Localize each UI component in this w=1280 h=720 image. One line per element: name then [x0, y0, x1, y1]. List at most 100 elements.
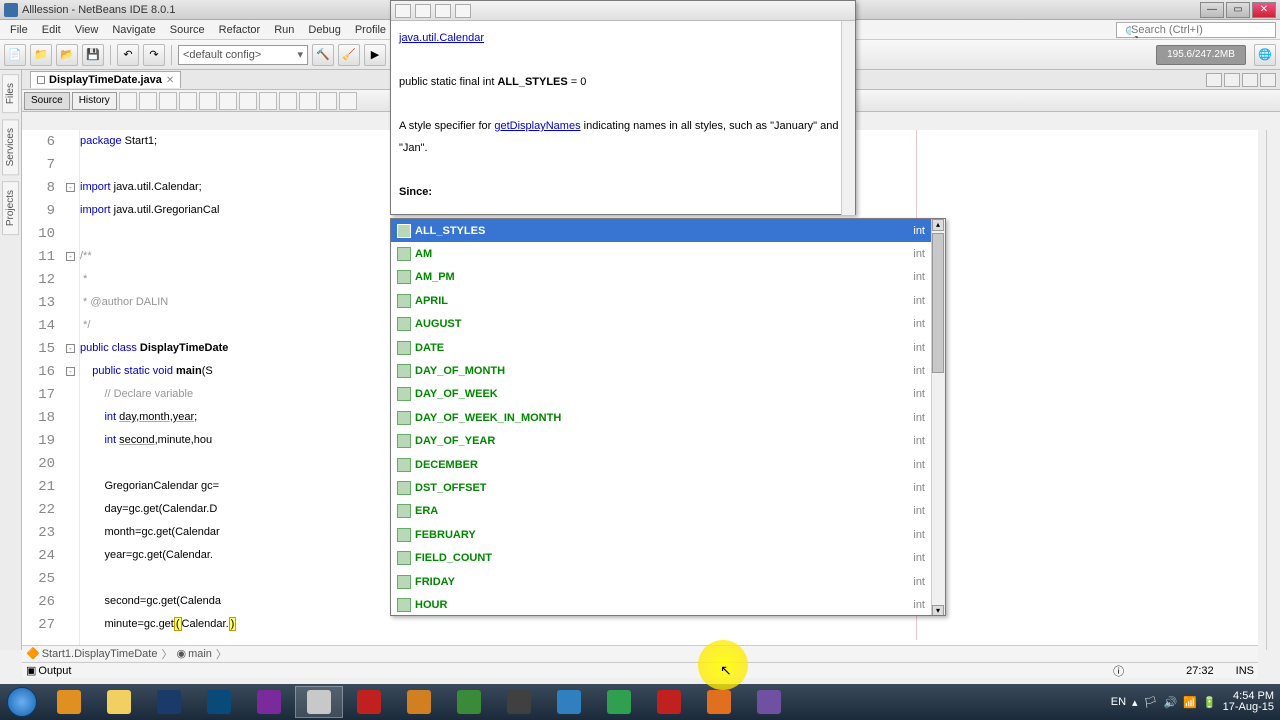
output-panel-tab[interactable]: ▣ Output ⓘ 27:32 INS	[22, 662, 1258, 678]
javadoc-scrollbar[interactable]	[841, 21, 855, 215]
run-button[interactable]: ▶	[364, 44, 386, 66]
completion-item[interactable]: ALL_STYLESint	[391, 219, 945, 242]
build-button[interactable]: 🔨	[312, 44, 334, 66]
taskbar-app[interactable]	[495, 686, 543, 718]
tray-lang[interactable]: EN	[1111, 696, 1126, 708]
menu-edit[interactable]: Edit	[36, 22, 67, 38]
config-dropdown[interactable]: <default config>	[178, 45, 308, 65]
completion-item[interactable]: FIELD_COUNTint	[391, 546, 945, 569]
taskbar-app[interactable]	[95, 686, 143, 718]
jd-browser-button[interactable]	[435, 4, 451, 18]
et-icon[interactable]	[279, 92, 297, 110]
et-icon[interactable]	[159, 92, 177, 110]
clean-build-button[interactable]: 🧹	[338, 44, 360, 66]
tray-up-icon[interactable]: ▴	[1132, 696, 1138, 709]
completion-item[interactable]: DATEint	[391, 336, 945, 359]
menu-profile[interactable]: Profile	[349, 22, 392, 38]
memory-indicator[interactable]: 195.6/247.2MB	[1156, 45, 1246, 65]
dock-services[interactable]: Services	[2, 119, 19, 175]
et-icon[interactable]	[179, 92, 197, 110]
menu-run[interactable]: Run	[268, 22, 300, 38]
completion-item[interactable]: DST_OFFSETint	[391, 476, 945, 499]
taskbar-app[interactable]	[45, 686, 93, 718]
et-icon[interactable]	[259, 92, 277, 110]
start-button[interactable]	[0, 684, 44, 720]
completion-item[interactable]: FEBRUARYint	[391, 523, 945, 546]
scroll-down-icon[interactable]: ▾	[932, 605, 944, 616]
maximize-button[interactable]: ▭	[1226, 2, 1250, 18]
tab-prev-button[interactable]	[1206, 73, 1222, 87]
completion-popup[interactable]: ▴ ▾ ALL_STYLESintAMintAM_PMintAPRILintAU…	[390, 218, 946, 616]
redo-button[interactable]: ↷	[143, 44, 165, 66]
dock-files[interactable]: Files	[2, 74, 19, 113]
jd-forward-button[interactable]	[415, 4, 431, 18]
tab-next-button[interactable]	[1224, 73, 1240, 87]
completion-item[interactable]: AMint	[391, 242, 945, 265]
minimize-button[interactable]: —	[1200, 2, 1224, 18]
close-button[interactable]: ✕	[1252, 2, 1276, 18]
javadoc-desc-link[interactable]: getDisplayNames	[494, 120, 580, 132]
taskbar-app[interactable]	[695, 686, 743, 718]
et-icon[interactable]	[339, 92, 357, 110]
menu-refactor[interactable]: Refactor	[213, 22, 267, 38]
taskbar-app[interactable]	[195, 686, 243, 718]
new-file-button[interactable]: 📄	[4, 44, 26, 66]
completion-item[interactable]: HOURint	[391, 593, 945, 616]
fold-toggle[interactable]: -	[66, 367, 75, 376]
completion-scrollbar[interactable]: ▴ ▾	[931, 219, 945, 616]
search-input[interactable]	[1131, 24, 1273, 36]
et-icon[interactable]	[199, 92, 217, 110]
taskbar-app[interactable]	[395, 686, 443, 718]
completion-item[interactable]: DAY_OF_MONTHint	[391, 359, 945, 382]
taskbar-app[interactable]	[145, 686, 193, 718]
jd-source-button[interactable]	[455, 4, 471, 18]
taskbar-app[interactable]	[445, 686, 493, 718]
jd-back-button[interactable]	[395, 4, 411, 18]
quick-search[interactable]: 🔍	[1116, 22, 1276, 38]
file-tab-active[interactable]: DisplayTimeDate.java ✕	[30, 71, 181, 88]
tray-clock[interactable]: 4:54 PM17-Aug-15	[1223, 691, 1274, 713]
fold-toggle[interactable]: -	[66, 252, 75, 261]
scroll-up-icon[interactable]: ▴	[932, 219, 944, 231]
error-stripe[interactable]	[1266, 130, 1280, 650]
history-view-button[interactable]: History	[72, 92, 117, 110]
breadcrumb-class[interactable]: 🔶 Start1.DisplayTimeDate	[26, 647, 157, 660]
dock-projects[interactable]: Projects	[2, 181, 19, 235]
tray-battery-icon[interactable]: 🔋	[1203, 696, 1217, 709]
et-icon[interactable]	[219, 92, 237, 110]
menu-source[interactable]: Source	[164, 22, 211, 38]
open-button[interactable]: 📂	[56, 44, 78, 66]
taskbar-app[interactable]	[245, 686, 293, 718]
tray-network-icon[interactable]: 📶	[1183, 696, 1197, 709]
taskbar-app[interactable]	[295, 686, 343, 718]
close-tab-icon[interactable]: ✕	[166, 75, 174, 86]
taskbar-app[interactable]	[745, 686, 793, 718]
et-icon[interactable]	[239, 92, 257, 110]
completion-item[interactable]: AM_PMint	[391, 266, 945, 289]
undo-button[interactable]: ↶	[117, 44, 139, 66]
menu-debug[interactable]: Debug	[302, 22, 346, 38]
completion-item[interactable]: ERAint	[391, 500, 945, 523]
code-line[interactable]: minute=gc.get(Calendar.)	[80, 613, 1258, 636]
gc-button[interactable]: 🌐	[1254, 44, 1276, 66]
completion-item[interactable]: DECEMBERint	[391, 453, 945, 476]
completion-item[interactable]: APRILint	[391, 289, 945, 312]
tray-volume-icon[interactable]: 🔊	[1164, 696, 1178, 709]
taskbar-app[interactable]	[545, 686, 593, 718]
completion-item[interactable]: FRIDAYint	[391, 570, 945, 593]
completion-item[interactable]: AUGUSTint	[391, 313, 945, 336]
taskbar-app[interactable]	[595, 686, 643, 718]
completion-item[interactable]: DAY_OF_YEARint	[391, 430, 945, 453]
taskbar-app[interactable]	[645, 686, 693, 718]
tray-flag-icon[interactable]: 🏳	[1144, 696, 1158, 709]
javadoc-class-link[interactable]: java.util.Calendar	[399, 32, 484, 44]
fold-toggle[interactable]: -	[66, 344, 75, 353]
new-project-button[interactable]: 📁	[30, 44, 52, 66]
fold-toggle[interactable]: -	[66, 183, 75, 192]
breadcrumb-method[interactable]: ◉ main	[176, 647, 211, 660]
menu-view[interactable]: View	[69, 22, 105, 38]
scroll-thumb[interactable]	[932, 233, 944, 373]
tab-max-button[interactable]	[1260, 73, 1276, 87]
completion-item[interactable]: DAY_OF_WEEKint	[391, 383, 945, 406]
completion-item[interactable]: DAY_OF_WEEK_IN_MONTHint	[391, 406, 945, 429]
